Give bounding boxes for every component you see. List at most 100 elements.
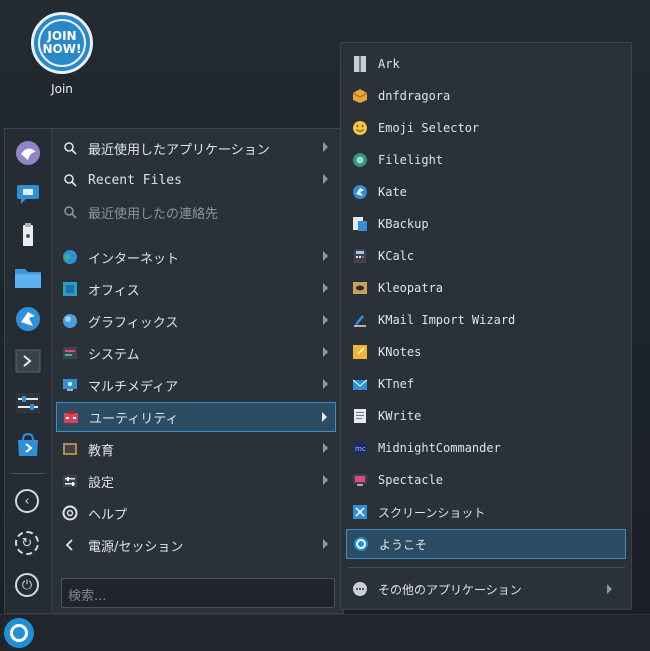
favorite-terminal-icon[interactable] [14,347,42,375]
kleopatra-icon [352,280,368,296]
category-multimedia[interactable]: マルチメディア [56,370,336,400]
app-label: KMail Import Wizard [378,313,516,327]
app-ktnef[interactable]: KTnef [346,369,626,399]
app-dnfdragora[interactable]: dnfdragora [346,81,626,111]
chevron-right-icon [323,315,328,325]
chevron-right-icon [323,539,328,549]
multimedia-icon [62,377,78,393]
app-emoji-selector[interactable]: Emoji Selector [346,113,626,143]
join-desktop-icon[interactable]: JOIN NOW! Join [28,12,96,96]
chevron-left-icon [62,537,78,553]
chevron-right-icon [322,412,327,422]
category-label: 教育 [88,443,115,459]
app-welcome[interactable]: ようこそ [346,529,626,559]
application-launcher-button[interactable] [4,618,34,648]
kwrite-icon [352,408,368,424]
kcalc-icon [352,248,368,264]
category-utilities[interactable]: ユーティリティ [56,402,336,432]
search-placeholder: 検索... [68,589,107,604]
category-internet[interactable]: インターネット [56,242,336,272]
chevron-right-icon [323,379,328,389]
ark-icon [352,56,368,72]
spectacle-icon [352,472,368,488]
restart-button[interactable]: ↻ [15,531,39,555]
category-system[interactable]: システム [56,338,336,368]
search-icon [62,172,78,188]
logo-line2: NOW! [42,42,82,56]
category-label: 設定 [88,475,115,491]
app-kwrite[interactable]: KWrite [346,401,626,431]
app-filelight[interactable]: Filelight [346,145,626,175]
app-midnight-commander[interactable]: mc MidnightCommander [346,433,626,463]
favorites-bar: ‹ ↻ ⏻ [5,129,52,613]
knotes-icon [352,344,368,360]
more-applications[interactable]: その他のアプリケーション [346,574,626,604]
category-help[interactable]: ヘルプ [56,498,336,528]
favorite-settings-icon[interactable] [14,389,42,417]
kmail-icon [352,312,368,328]
chevron-right-icon [323,174,328,184]
category-label: オフィス [88,283,140,299]
category-label: Recent Files [88,172,182,188]
chevron-right-icon [323,475,328,485]
favorite-kate-icon[interactable] [14,305,42,333]
app-label: Ark [378,57,400,71]
category-graphics[interactable]: グラフィックス [56,306,336,336]
favorite-browser-icon[interactable] [14,139,42,167]
favorite-chat-icon[interactable] [14,179,42,207]
help-icon [62,505,78,521]
app-label: Spectacle [378,473,444,487]
category-settings[interactable]: 設定 [56,466,336,496]
back-button[interactable]: ‹ [15,489,39,513]
shutdown-button[interactable]: ⏻ [15,573,39,597]
kate-icon [352,184,368,200]
app-screenshot[interactable]: スクリーンショット [346,497,626,527]
system-icon [62,345,78,361]
category-education[interactable]: 教育 [56,434,336,464]
dnfdragora-icon [352,88,368,104]
category-label: グラフィックス [88,315,179,331]
taskbar-panel [0,614,650,651]
submenu-divider [349,567,625,568]
app-label: その他のアプリケーション [378,582,522,597]
app-kate[interactable]: Kate [346,177,626,207]
category-power-session[interactable]: 電源/セッション [56,530,336,560]
settings-icon [62,473,78,489]
category-label: 最近使用したアプリケーション [88,142,270,158]
chevron-right-icon [323,142,328,152]
app-ark[interactable]: Ark [346,49,626,79]
favorite-discover-icon[interactable] [14,431,42,459]
category-label: 電源/セッション [88,539,184,555]
app-kmail-import-wizard[interactable]: KMail Import Wizard [346,305,626,335]
favorite-folder-icon[interactable] [14,263,42,291]
search-input[interactable]: 検索... [61,578,335,608]
kbackup-icon [352,216,368,232]
utilities-submenu: Ark dnfdragora Emoji Selector Filelight … [340,42,632,610]
education-icon [62,441,78,457]
category-office[interactable]: オフィス [56,274,336,304]
chevron-right-icon [607,584,612,594]
app-kbackup[interactable]: KBackup [346,209,626,239]
category-label: システム [88,347,140,363]
app-kcalc[interactable]: KCalc [346,241,626,271]
app-knotes[interactable]: KNotes [346,337,626,367]
app-label: KCalc [378,249,415,263]
category-recent-apps[interactable]: 最近使用したアプリケーション [56,133,336,163]
chevron-right-icon [323,443,328,453]
category-recent-contacts[interactable]: 最近使用したの連絡先 [56,197,336,227]
chevron-left-icon: ‹ [24,493,30,509]
category-label: ユーティリティ [89,411,179,427]
graphics-icon [62,313,78,329]
chevron-right-icon [323,347,328,357]
app-label: Kate [378,185,407,199]
category-recent-files[interactable]: Recent Files [56,165,336,195]
app-spectacle[interactable]: Spectacle [346,465,626,495]
screenshot-icon [352,504,368,520]
refresh-icon: ↻ [21,535,33,551]
category-label: マルチメディア [88,379,179,395]
favorite-usb-icon[interactable] [14,221,42,249]
app-label: Filelight [378,153,444,167]
utilities-icon [63,409,79,425]
app-label: KBackup [378,217,429,231]
app-kleopatra[interactable]: Kleopatra [346,273,626,303]
